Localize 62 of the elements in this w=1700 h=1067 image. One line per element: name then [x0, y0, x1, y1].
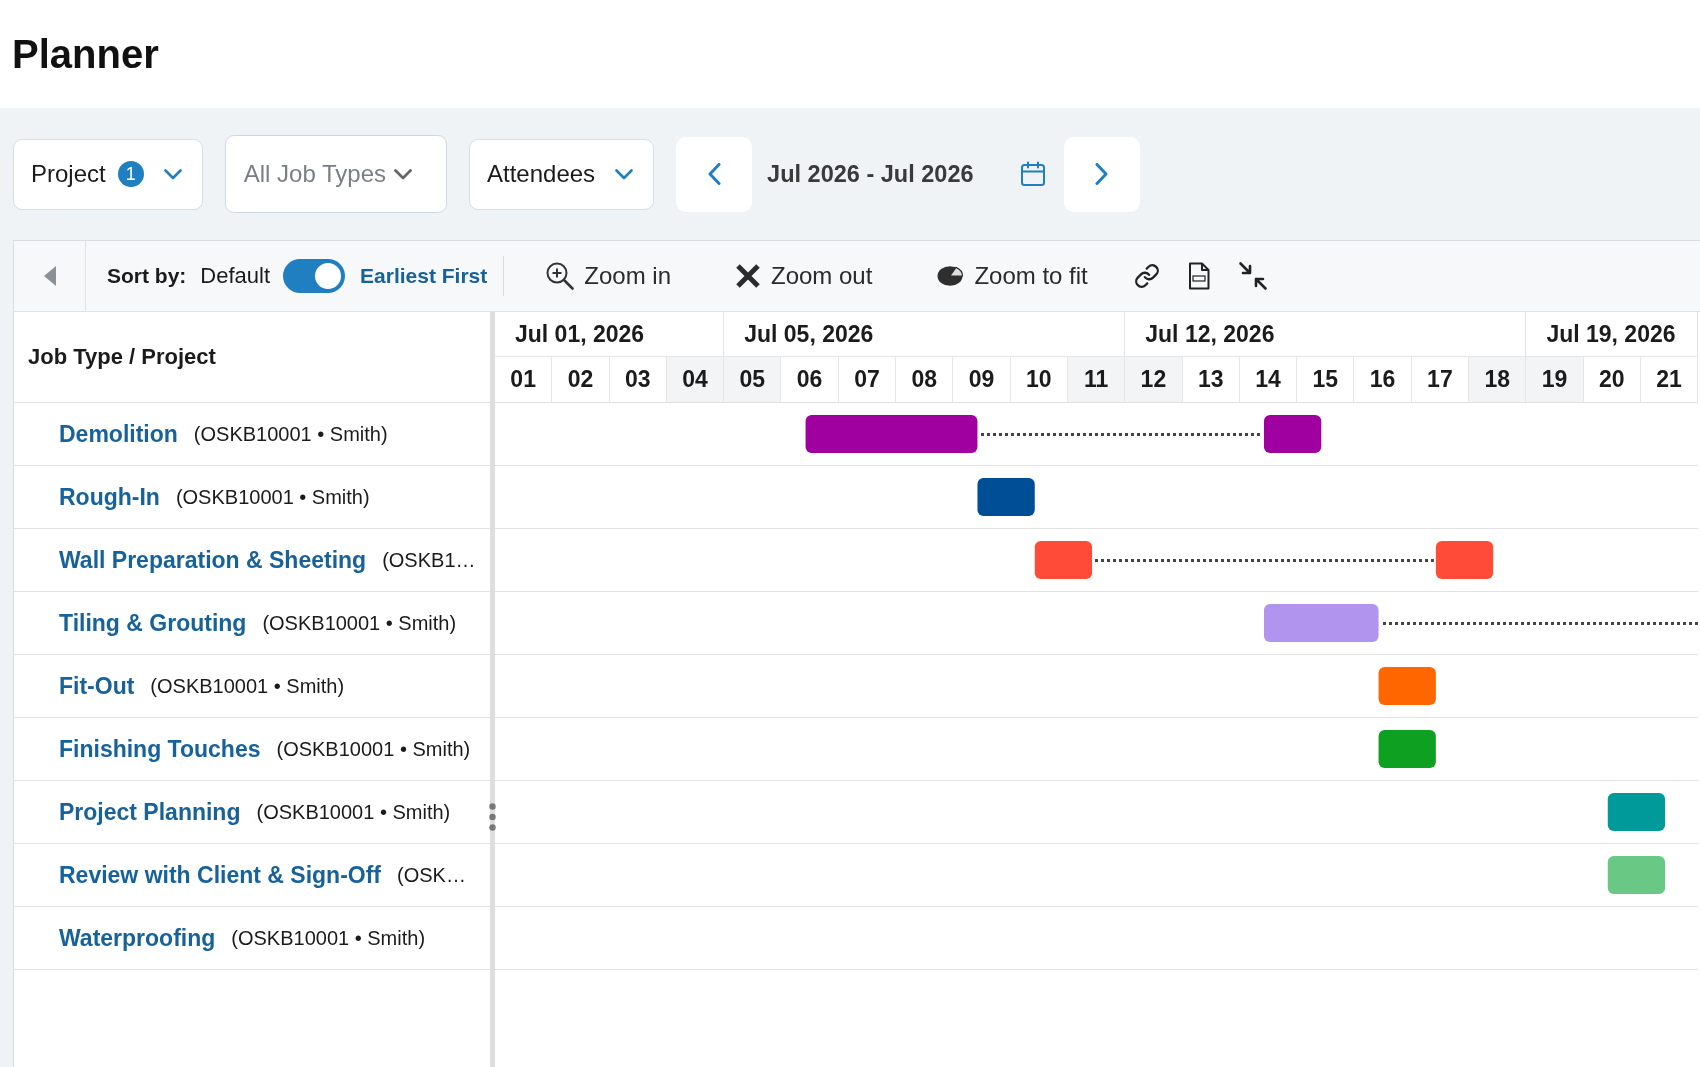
project-reference: (OSKB10001 • Smith)	[256, 800, 451, 824]
toggle-switch[interactable]	[283, 259, 346, 293]
week-header-cell: Jul 01, 2026	[495, 312, 725, 356]
week-header-cell: Jul 05, 2026	[724, 312, 1126, 356]
count-badge: 1	[117, 161, 144, 187]
cross-icon	[735, 264, 761, 288]
zoom-out-button[interactable]: Zoom out	[727, 256, 881, 296]
task-bar[interactable]	[1034, 541, 1093, 579]
job-type-link[interactable]: Review with Client & Sign-Off	[59, 861, 381, 889]
day-header-cell: 04	[666, 357, 725, 402]
day-header-cell: 19	[1526, 357, 1584, 402]
task-bar[interactable]	[1607, 793, 1666, 831]
sort-label: Sort by:	[107, 264, 187, 288]
sort-option-label: Earliest First	[360, 264, 488, 288]
triangle-left-icon	[43, 266, 56, 286]
job-type-link[interactable]: Finishing Touches	[59, 735, 261, 763]
project-reference: (OSKB10001 • Smith)	[276, 737, 471, 761]
project-reference: (OSKB1…	[382, 548, 476, 572]
project-reference: (OSK…	[397, 863, 466, 887]
filter-dropdown[interactable]: Project 1	[13, 138, 203, 210]
task-bar[interactable]	[977, 478, 1035, 516]
day-header-cell: 12	[1125, 357, 1183, 402]
chevron-left-icon	[707, 163, 721, 185]
link-icon	[1133, 263, 1160, 289]
chevron-right-icon	[1095, 163, 1108, 185]
project-reference: (OSKB10001 • Smith)	[231, 926, 426, 950]
project-reference: (OSKB10001 • Smith)	[150, 674, 345, 698]
week-header-cell: Jul 12, 2026	[1125, 312, 1527, 356]
job-type-link[interactable]: Demolition	[59, 420, 178, 448]
zoom-in-button[interactable]: Zoom in	[538, 256, 679, 296]
job-type-link[interactable]: Tiling & Grouting	[59, 609, 247, 637]
day-header-cell: 18	[1469, 357, 1527, 402]
day-header-cell: 11	[1067, 357, 1126, 402]
column-header: Job Type / Project	[28, 344, 216, 370]
project-reference: (OSKB10001 • Smith)	[262, 611, 457, 635]
job-type-link[interactable]: Project Planning	[59, 798, 241, 826]
date-range-button[interactable]: Jul 2026 - Jul 2026	[752, 136, 1064, 212]
panel-splitter[interactable]	[490, 312, 495, 1067]
pie-icon	[936, 265, 965, 287]
drag-handle-icon	[489, 803, 496, 831]
task-bar[interactable]	[1435, 541, 1494, 579]
project-reference: (OSKB10001 • Smith)	[193, 422, 388, 446]
calendar-icon	[1019, 161, 1046, 187]
project-reference: (OSKB10001 • Smith)	[175, 485, 370, 509]
job-type-link[interactable]: Rough-In	[59, 483, 160, 511]
page-title: Planner	[12, 31, 159, 77]
collapse-arrows-icon	[1237, 261, 1268, 291]
filter-dropdown[interactable]: Attendees	[469, 138, 655, 210]
zoom-to-fit-button[interactable]: Zoom to fit	[928, 256, 1096, 296]
job-type-link[interactable]: Fit-Out	[59, 672, 135, 700]
chevron-down-icon	[163, 168, 182, 180]
sort-option-label: Default	[200, 263, 271, 289]
job-type-link[interactable]: Wall Preparation & Sheeting	[59, 546, 367, 574]
day-header-cell: 05	[724, 357, 782, 402]
task-bar[interactable]	[1263, 415, 1322, 453]
week-header-cell: Jul 19, 2026	[1526, 312, 1699, 356]
chevron-down-icon	[615, 168, 634, 180]
zoom-in-icon	[546, 262, 575, 290]
job-type-select[interactable]: All Job Types	[224, 135, 447, 213]
document-icon	[1187, 262, 1210, 290]
chevron-down-icon	[394, 168, 412, 180]
job-type-link[interactable]: Waterproofing	[59, 924, 216, 952]
